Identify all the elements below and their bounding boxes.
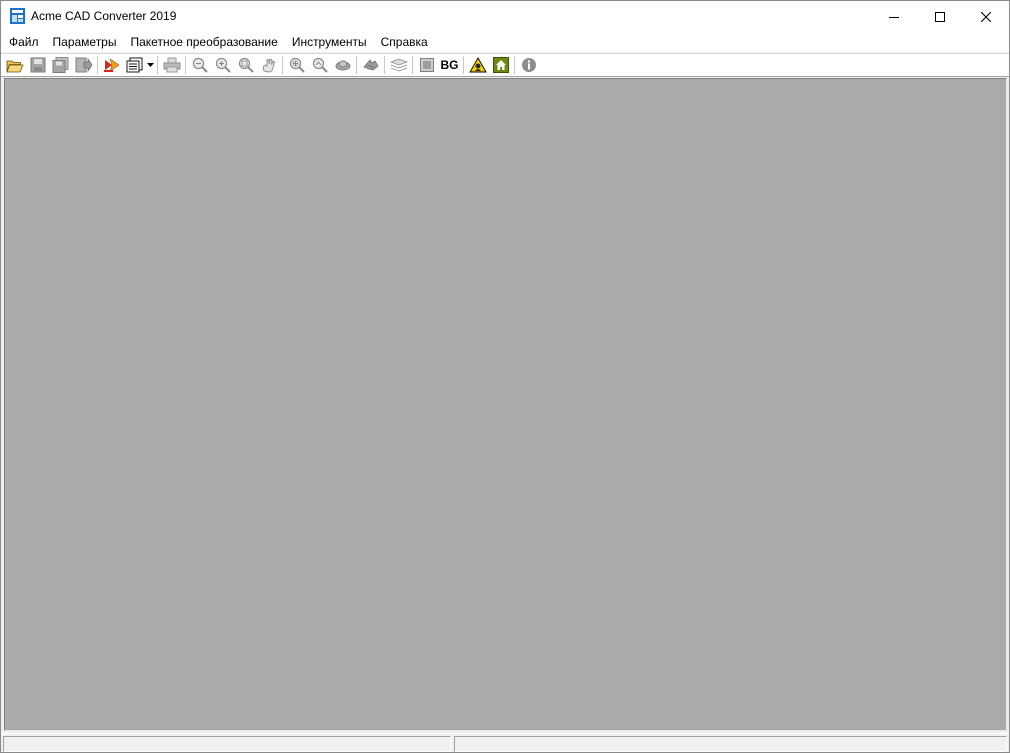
- batch-convert-button[interactable]: [123, 54, 146, 76]
- print-icon: [163, 57, 180, 73]
- open-button[interactable]: [3, 54, 26, 76]
- app-window: Acme CAD Converter 2019 Файл Параметры П…: [0, 0, 1010, 753]
- batch-dropdown[interactable]: [146, 54, 155, 76]
- pan-button[interactable]: [257, 54, 280, 76]
- home-icon: [492, 57, 509, 73]
- home-button[interactable]: [489, 54, 512, 76]
- menu-parameters[interactable]: Параметры: [46, 32, 124, 52]
- close-icon: [981, 11, 991, 22]
- zoom-out-icon: [192, 57, 208, 73]
- zoom-in-icon: [215, 57, 231, 73]
- convert-button[interactable]: [100, 54, 123, 76]
- menu-tools[interactable]: Инструменты: [285, 32, 374, 52]
- zoom-extents-button[interactable]: [285, 54, 308, 76]
- print-button[interactable]: [160, 54, 183, 76]
- close-button[interactable]: [963, 1, 1009, 32]
- export-button[interactable]: [72, 54, 95, 76]
- save-button[interactable]: [26, 54, 49, 76]
- toolbar-separator: [463, 56, 464, 74]
- chevron-down-icon: [147, 63, 154, 67]
- warning-icon: [468, 57, 487, 73]
- open-folder-icon: [5, 60, 24, 73]
- zoom-in-button[interactable]: [211, 54, 234, 76]
- save-icon: [30, 57, 45, 73]
- background-button[interactable]: [415, 54, 438, 76]
- bg-color-button[interactable]: BG: [438, 54, 461, 76]
- title-bar[interactable]: Acme CAD Converter 2019: [1, 1, 1009, 32]
- toolbar: BG: [1, 53, 1009, 77]
- properties-icon: [389, 58, 408, 72]
- toolbar-separator: [356, 56, 357, 74]
- maximize-icon: [935, 11, 945, 22]
- menu-bar: Файл Параметры Пакетное преобразование И…: [1, 32, 1009, 52]
- toolbar-separator: [157, 56, 158, 74]
- warning-button[interactable]: [466, 54, 489, 76]
- view-button[interactable]: [331, 54, 354, 76]
- toolbar-separator: [185, 56, 186, 74]
- convert-icon: [103, 58, 120, 72]
- save-as-icon: [52, 57, 68, 73]
- minimize-icon: [889, 16, 899, 18]
- export-icon: [75, 57, 92, 73]
- drawing-canvas[interactable]: [4, 78, 1007, 731]
- pan-icon: [262, 59, 275, 73]
- menu-file[interactable]: Файл: [2, 32, 46, 52]
- zoom-window-icon: [238, 57, 254, 73]
- properties-button[interactable]: [387, 54, 410, 76]
- background-icon: [419, 58, 434, 72]
- info-icon: [521, 58, 536, 72]
- minimize-button[interactable]: [871, 1, 917, 32]
- toolbar-separator: [412, 56, 413, 74]
- layers-icon: [362, 59, 379, 71]
- toolbar-separator: [514, 56, 515, 74]
- menu-help[interactable]: Справка: [374, 32, 435, 52]
- view-icon: [335, 60, 350, 71]
- zoom-realtime-icon: [312, 57, 328, 73]
- zoom-window-button[interactable]: [234, 54, 257, 76]
- window-title: Acme CAD Converter 2019: [31, 9, 177, 23]
- zoom-extents-icon: [289, 57, 305, 73]
- about-button[interactable]: [517, 54, 540, 76]
- status-pane-right: [454, 736, 1007, 752]
- toolbar-separator: [384, 56, 385, 74]
- bg-label: BG: [440, 58, 459, 72]
- status-pane-left: [3, 736, 451, 752]
- app-logo-icon: [10, 8, 25, 24]
- zoom-realtime-button[interactable]: [308, 54, 331, 76]
- batch-icon: [126, 57, 142, 73]
- maximize-button[interactable]: [917, 1, 963, 32]
- layers-button[interactable]: [359, 54, 382, 76]
- menu-batch-conversion[interactable]: Пакетное преобразование: [123, 32, 284, 52]
- save-as-button[interactable]: [49, 54, 72, 76]
- toolbar-separator: [97, 56, 98, 74]
- zoom-out-button[interactable]: [188, 54, 211, 76]
- toolbar-separator: [282, 56, 283, 74]
- status-bar: [1, 733, 1009, 752]
